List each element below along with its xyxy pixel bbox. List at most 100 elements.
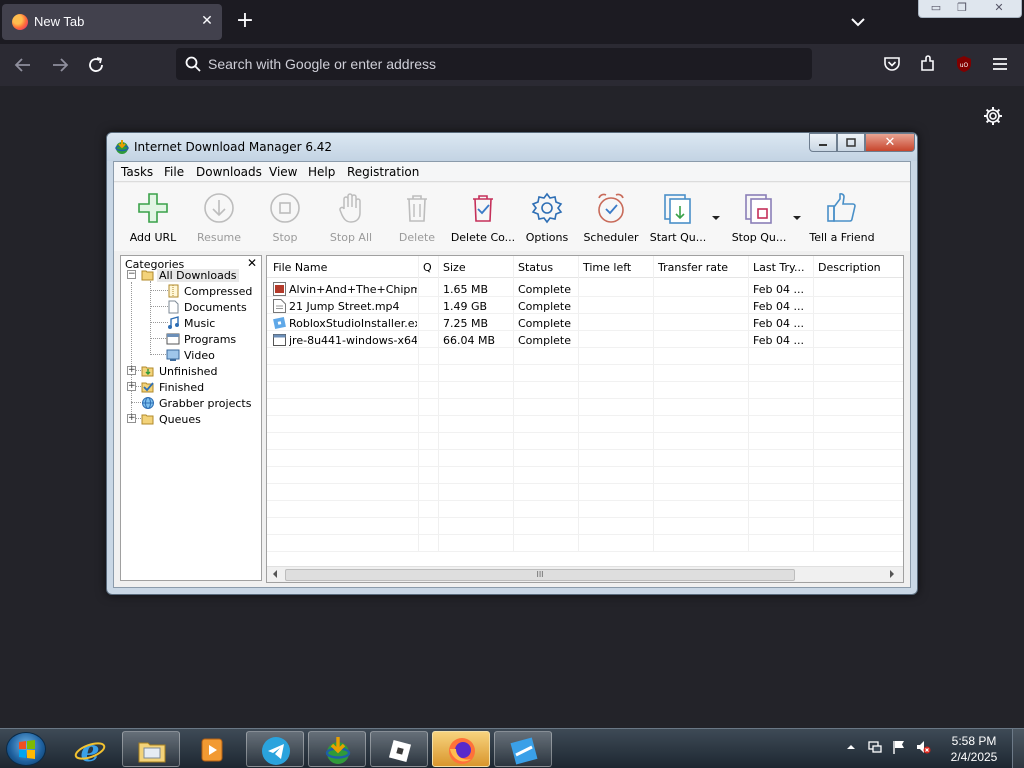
taskbar-roblox-studio[interactable] (494, 731, 552, 767)
new-tab-button[interactable]: + (234, 10, 256, 32)
url-input[interactable] (208, 48, 798, 80)
stop-queue-button[interactable]: Stop Qu... (726, 191, 792, 249)
tree-collapse-all-downloads[interactable]: − (127, 270, 136, 279)
minimize-icon[interactable]: ▭ (923, 0, 949, 17)
tab-new-tab[interactable]: New Tab ✕ (2, 4, 222, 40)
scroll-left-icon[interactable] (273, 570, 277, 578)
back-button[interactable] (11, 53, 35, 77)
list-all-tabs-button[interactable] (848, 12, 868, 32)
taskbar-roblox[interactable] (370, 731, 428, 767)
scroll-thumb[interactable]: III (285, 569, 795, 581)
menu-file[interactable]: File (164, 165, 184, 179)
exe-icon (273, 334, 286, 346)
roblox-studio-icon (510, 737, 538, 765)
table-row[interactable]: RobloxStudioInstaller.exe 7.25 MB Comple… (267, 315, 903, 332)
scheduler-button[interactable]: Scheduler (576, 191, 646, 249)
volume-muted-icon[interactable] (915, 739, 931, 755)
menu-help[interactable]: Help (308, 165, 335, 179)
document-icon (168, 300, 179, 314)
media-player-icon (201, 738, 223, 762)
horizontal-scrollbar[interactable]: III (267, 566, 903, 582)
action-center-flag-icon[interactable] (891, 739, 907, 755)
close-window-icon[interactable]: ✕ (979, 0, 1019, 17)
column-file-name[interactable]: File Name (273, 261, 327, 274)
pocket-button[interactable] (881, 53, 903, 75)
show-hidden-icons-icon[interactable] (843, 739, 859, 755)
column-description[interactable]: Description (818, 261, 881, 274)
start-queue-dropdown-icon[interactable] (712, 216, 720, 220)
taskbar-telegram[interactable] (246, 731, 304, 767)
folder-open-icon (141, 270, 154, 281)
customize-new-tab-button[interactable] (982, 105, 1004, 127)
stop-queue-dropdown-icon[interactable] (793, 216, 801, 220)
menu-tasks[interactable]: Tasks (121, 165, 153, 179)
start-queue-button[interactable]: Start Qu... (646, 191, 710, 249)
stop-all-icon (339, 193, 361, 223)
url-bar[interactable] (176, 48, 812, 80)
grabber-icon (142, 397, 154, 409)
column-size[interactable]: Size (443, 261, 466, 274)
app-menu-button[interactable] (989, 53, 1011, 75)
telegram-icon (262, 737, 290, 765)
menu-view[interactable]: View (269, 165, 297, 179)
tab-close-icon[interactable]: ✕ (198, 12, 216, 30)
ublock-button[interactable]: uO (953, 53, 975, 75)
idm-app-icon (115, 140, 129, 154)
menu-downloads[interactable]: Downloads (196, 165, 262, 179)
system-clock[interactable]: 5:58 PM 2/4/2025 (944, 733, 1004, 765)
table-row[interactable]: Alvin+And+The+Chipm... 1.65 MB Complete … (267, 281, 903, 298)
delete-completed-button[interactable]: Delete Co... (448, 191, 518, 249)
download-list: File Name Q Size Status Time left Transf… (266, 255, 904, 583)
idm-caption-buttons: ✕ (809, 133, 915, 153)
column-transfer-rate[interactable]: Transfer rate (658, 261, 728, 274)
grid-line (267, 534, 903, 535)
tree-expand-queues[interactable]: + (127, 414, 136, 423)
taskbar-media-player[interactable] (183, 731, 241, 767)
idm-menubar: Tasks File Downloads View Help Registrat… (114, 162, 910, 182)
table-row[interactable]: jre-8u441-windows-x64.... 66.04 MB Compl… (267, 332, 903, 349)
menu-registration[interactable]: Registration (347, 165, 419, 179)
reload-button[interactable] (84, 53, 108, 77)
stop-queue-icon (745, 194, 772, 224)
resume-button[interactable]: Resume (184, 191, 254, 249)
extensions-button[interactable] (917, 53, 939, 75)
tab-strip: New Tab ✕ + ▭ ❐ ✕ (0, 0, 1024, 44)
taskbar-internet-explorer[interactable]: e (61, 731, 119, 767)
forward-button[interactable] (48, 53, 72, 77)
taskbar-firefox[interactable] (432, 731, 490, 767)
stop-button[interactable]: Stop (250, 191, 320, 249)
firefox-icon (12, 14, 28, 30)
idm-app-icon (325, 737, 351, 764)
gear-icon (984, 107, 1002, 125)
idm-titlebar[interactable]: Internet Download Manager 6.42 ✕ (107, 133, 917, 161)
idm-maximize-button[interactable] (837, 133, 865, 152)
program-icon (166, 333, 180, 345)
tree-expand-finished[interactable]: + (127, 382, 136, 391)
show-desktop-button[interactable] (1012, 729, 1024, 768)
taskbar-internet-download-manager[interactable] (308, 731, 366, 767)
idm-minimize-button[interactable] (809, 133, 837, 152)
column-last-try[interactable]: Last Try... (753, 261, 804, 274)
column-status[interactable]: Status (518, 261, 553, 274)
table-row[interactable]: 21 Jump Street.mp4 1.49 GB Complete Feb … (267, 298, 903, 315)
taskbar-file-explorer[interactable] (122, 731, 180, 767)
hamburger-menu-icon (993, 58, 1007, 70)
scroll-right-icon[interactable] (890, 570, 894, 578)
delete-button[interactable]: Delete (382, 191, 452, 249)
grid-line (267, 449, 903, 450)
column-q[interactable]: Q (423, 261, 432, 274)
network-icon[interactable] (867, 739, 883, 755)
stop-all-button[interactable]: Stop All (316, 191, 386, 249)
restore-icon[interactable]: ❐ (949, 0, 975, 17)
grid-line (267, 364, 903, 365)
categories-close-icon[interactable]: ✕ (247, 256, 257, 270)
tell-a-friend-button[interactable]: Tell a Friend (804, 191, 880, 249)
start-queue-icon (664, 194, 691, 224)
folder-unfinished-icon (141, 366, 154, 377)
idm-close-button[interactable]: ✕ (865, 133, 915, 152)
options-button[interactable]: Options (514, 191, 580, 249)
add-url-button[interactable]: Add URL (118, 191, 188, 249)
start-button[interactable] (6, 732, 46, 766)
column-time-left[interactable]: Time left (583, 261, 631, 274)
tree-expand-unfinished[interactable]: + (127, 366, 136, 375)
